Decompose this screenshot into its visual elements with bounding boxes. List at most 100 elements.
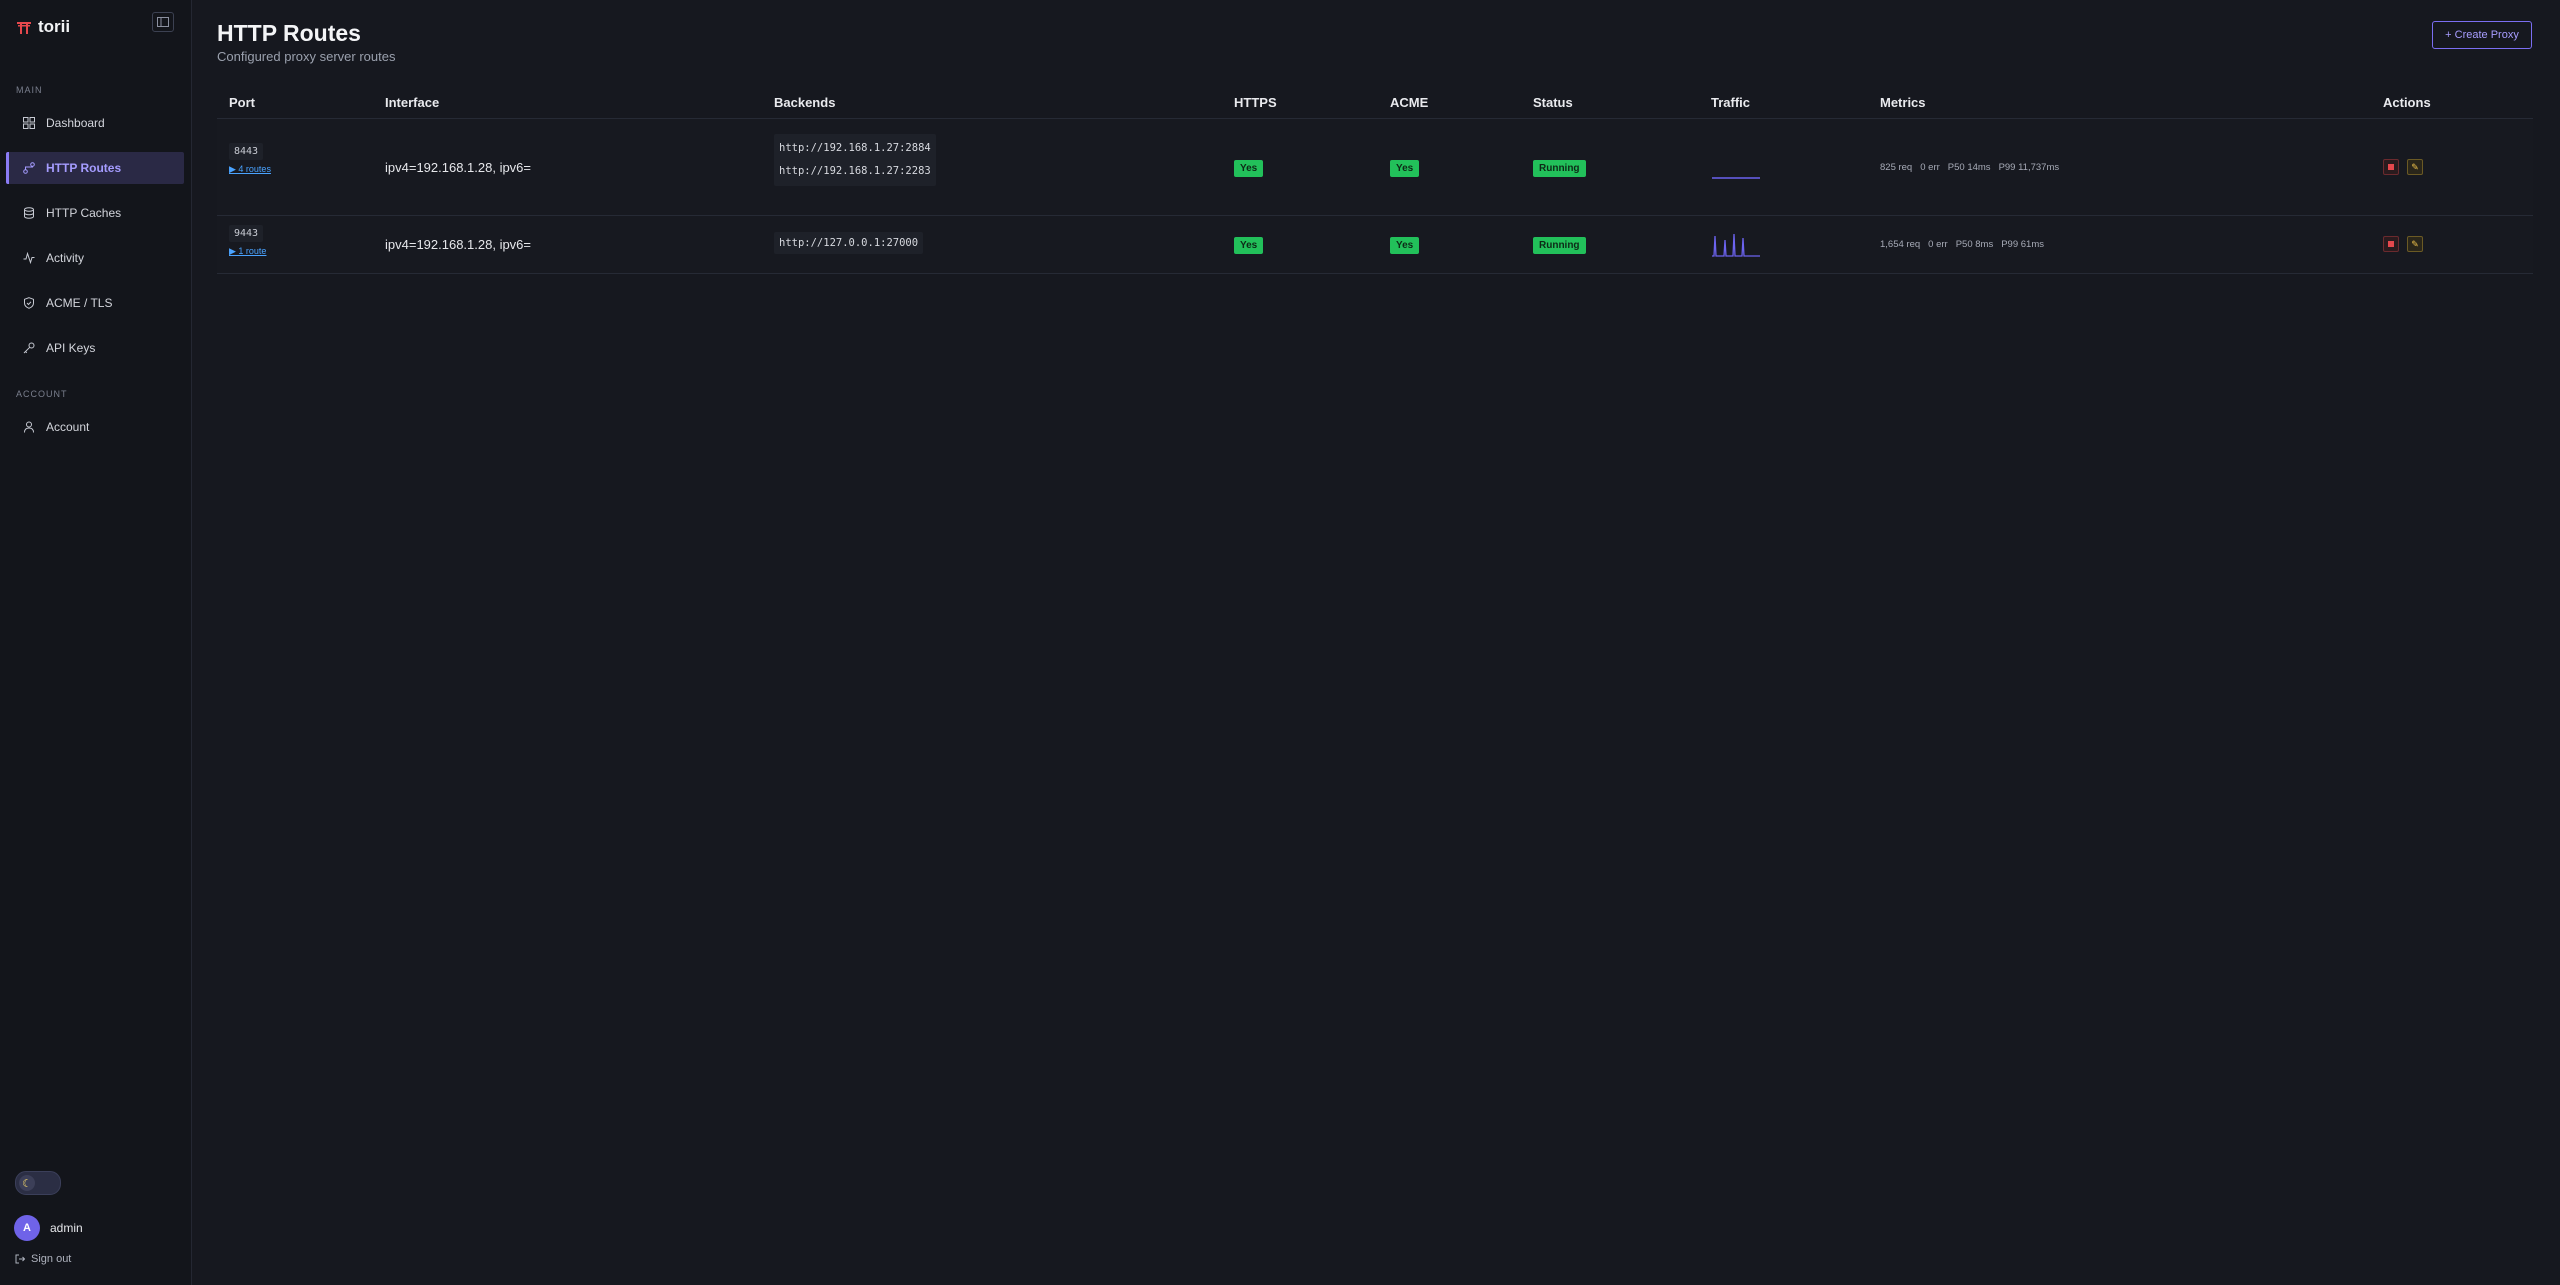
sidebar-item-http-caches[interactable]: HTTP Caches (6, 197, 184, 229)
sign-out-label: Sign out (31, 1253, 72, 1265)
backend-url: http://127.0.0.1:27000 (779, 237, 919, 249)
acme-cell: Yes (1390, 158, 1420, 177)
sidebar-item-label: Dashboard (46, 116, 105, 130)
sidebar-item-label: API Keys (46, 341, 96, 355)
column-header-interface[interactable]: Interface (385, 95, 439, 110)
backends-cell: http://192.168.1.27:2884 http://192.168.… (774, 134, 936, 186)
avatar: A (14, 1215, 40, 1241)
theme-toggle[interactable]: ☾ (15, 1171, 61, 1195)
metrics-cell: 1,654 req 0 err P50 8ms P99 61ms (1880, 239, 2044, 250)
traffic-sparkline-chart (1712, 177, 1760, 179)
https-cell: Yes (1234, 158, 1264, 177)
metric-p50: P50 14ms (1947, 162, 1991, 173)
https-cell: Yes (1234, 235, 1264, 254)
sidebar-item-label: ACME / TLS (46, 296, 113, 310)
metric-requests: 1,654 req (1880, 239, 1921, 250)
port-value: 8443 (229, 143, 264, 160)
routes-icon (22, 161, 36, 175)
column-header-status[interactable]: Status (1533, 95, 1573, 110)
sidebar-item-dashboard[interactable]: Dashboard (6, 107, 184, 139)
sidebar-item-http-routes[interactable]: HTTP Routes (6, 152, 184, 184)
stop-button[interactable] (2383, 236, 2399, 252)
sidebar-item-activity[interactable]: Activity (6, 242, 184, 274)
status-badge: Running (1533, 160, 1586, 177)
shield-icon (22, 296, 36, 310)
pencil-icon: ✎ (2411, 161, 2419, 172)
brand-name: torii (38, 17, 71, 36)
port-value: 9443 (229, 225, 264, 242)
routes-table: Port Interface Backends HTTPS ACME Statu… (217, 86, 2533, 274)
torii-logo-icon (17, 22, 31, 34)
column-header-metrics[interactable]: Metrics (1880, 95, 1926, 110)
column-header-backends[interactable]: Backends (774, 95, 835, 110)
brand[interactable]: torii (16, 17, 70, 37)
column-header-traffic[interactable]: Traffic (1711, 95, 1750, 110)
status-cell: Running (1533, 235, 1586, 254)
app-root: torii MAIN Dashboard HTTP Routes HTTP Ca… (0, 0, 2560, 1285)
user-profile[interactable]: A admin (14, 1215, 83, 1241)
main-content: HTTP Routes Configured proxy server rout… (192, 0, 2560, 1285)
port-cell: 9443 ▶ 1 route (229, 223, 266, 257)
https-badge: Yes (1234, 237, 1264, 254)
backends-cell: http://127.0.0.1:27000 (774, 232, 924, 254)
sidebar-item-label: Account (46, 420, 90, 434)
column-header-actions[interactable]: Actions (2383, 95, 2431, 110)
sidebar-item-acme-tls[interactable]: ACME / TLS (6, 287, 184, 319)
interface-cell: ipv4=192.168.1.28, ipv6= (385, 237, 532, 252)
backend-url: http://192.168.1.27:2283 (779, 165, 931, 177)
section-label-account: ACCOUNT (16, 389, 68, 399)
routes-expand-link[interactable]: ▶ 1 route (229, 246, 266, 257)
acme-cell: Yes (1390, 235, 1420, 254)
port-cell: 8443 ▶ 4 routes (229, 141, 271, 175)
acme-badge: Yes (1390, 160, 1420, 177)
page-subtitle: Configured proxy server routes (217, 49, 396, 64)
create-proxy-button[interactable]: + Create Proxy (2432, 21, 2532, 49)
page-title: HTTP Routes (217, 20, 361, 46)
metric-p99: P99 11,737ms (1998, 162, 2060, 173)
stop-button[interactable] (2383, 159, 2399, 175)
metric-p99: P99 61ms (2001, 239, 2044, 250)
column-header-acme[interactable]: ACME (1390, 95, 1428, 110)
status-cell: Running (1533, 158, 1586, 177)
column-header-https[interactable]: HTTPS (1234, 95, 1277, 110)
table-row[interactable]: 8443 ▶ 4 routes ipv4=192.168.1.28, ipv6=… (217, 119, 2533, 216)
table-header: Port Interface Backends HTTPS ACME Statu… (217, 86, 2533, 119)
status-badge: Running (1533, 237, 1586, 254)
grid-icon (22, 116, 36, 130)
backend-url: http://192.168.1.27:2884 (779, 142, 931, 154)
metric-p50: P50 8ms (1955, 239, 1994, 250)
edit-button[interactable]: ✎ (2407, 159, 2423, 175)
sidebar: torii MAIN Dashboard HTTP Routes HTTP Ca… (0, 0, 192, 1285)
activity-icon (22, 251, 36, 265)
metric-errors: 0 err (1928, 239, 1948, 250)
section-label-main: MAIN (16, 85, 43, 95)
metrics-cell: 825 req 0 err P50 14ms P99 11,737ms (1880, 162, 2059, 173)
sidebar-collapse-button[interactable] (152, 12, 174, 32)
username: admin (50, 1221, 83, 1235)
metric-requests: 825 req (1880, 162, 1913, 173)
stop-icon (2388, 241, 2394, 247)
traffic-sparkline (1711, 157, 1761, 184)
stop-icon (2388, 164, 2394, 170)
sidebar-item-label: HTTP Caches (46, 206, 122, 220)
user-icon (22, 420, 36, 434)
sidebar-item-api-keys[interactable]: API Keys (6, 332, 184, 364)
edit-button[interactable]: ✎ (2407, 236, 2423, 252)
table-row[interactable]: 9443 ▶ 1 route ipv4=192.168.1.28, ipv6= … (217, 216, 2533, 274)
pencil-icon: ✎ (2411, 238, 2419, 249)
sidebar-toggle-icon (157, 17, 169, 27)
moon-icon: ☾ (19, 1175, 35, 1191)
sign-out-button[interactable]: Sign out (15, 1253, 71, 1265)
acme-badge: Yes (1390, 237, 1420, 254)
interface-cell: ipv4=192.168.1.28, ipv6= (385, 160, 532, 175)
database-icon (22, 206, 36, 220)
routes-expand-link[interactable]: ▶ 4 routes (229, 164, 271, 175)
sign-out-icon (15, 1254, 25, 1264)
metric-errors: 0 err (1920, 162, 1940, 173)
sidebar-item-label: Activity (46, 251, 85, 265)
column-header-port[interactable]: Port (229, 95, 255, 110)
https-badge: Yes (1234, 160, 1264, 177)
sidebar-item-label: HTTP Routes (46, 161, 122, 175)
sidebar-item-account[interactable]: Account (6, 411, 184, 443)
traffic-sparkline-chart (1712, 233, 1760, 257)
